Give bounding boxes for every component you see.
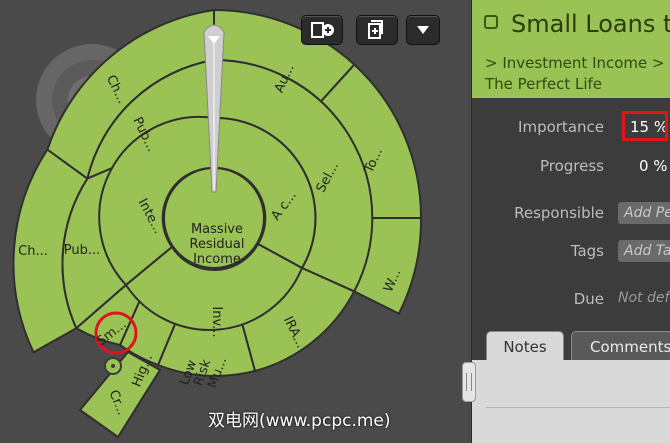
importance-highlight — [622, 111, 668, 141]
progress-value[interactable]: 0 % — [639, 157, 668, 175]
center-label-line1: Massive — [191, 222, 243, 237]
add-child-button[interactable] — [301, 15, 343, 45]
panel-header: Small Loans th > Investment Income > M T… — [472, 0, 670, 98]
label-inv: Inv... — [209, 306, 224, 337]
tab-comments[interactable]: Comments — [571, 331, 670, 361]
focus-dot-center — [111, 364, 115, 368]
due-value[interactable]: Not def — [618, 290, 669, 306]
complete-checkbox[interactable] — [484, 15, 498, 29]
label-pub-left: Pub... — [64, 243, 101, 258]
breadcrumb-root[interactable]: The Perfect Life — [485, 75, 602, 93]
add-child-icon — [311, 22, 334, 38]
grip-lines-icon — [466, 373, 472, 391]
options-menu-button[interactable] — [406, 15, 440, 45]
importance-label: Importance — [518, 118, 604, 136]
center-label-line2: Residual — [190, 237, 245, 252]
due-label: Due — [573, 290, 604, 308]
notes-divider — [486, 407, 670, 408]
responsible-input[interactable]: Add Pe — [618, 202, 670, 224]
center-label-line3: Income — [193, 252, 241, 267]
progress-label: Progress — [539, 157, 604, 175]
label-ch-left: Ch... — [18, 244, 48, 259]
add-sibling-icon — [368, 20, 383, 39]
detail-panel: Small Loans th > Investment Income > M T… — [471, 0, 670, 443]
add-sibling-button[interactable] — [356, 15, 398, 45]
tags-input[interactable]: Add Ta — [618, 240, 670, 262]
dropdown-icon — [417, 26, 429, 34]
responsible-label: Responsible — [514, 204, 604, 222]
panel-title[interactable]: Small Loans th — [511, 10, 670, 38]
panel-resize-handle[interactable] — [462, 362, 476, 402]
notes-editor[interactable] — [472, 360, 670, 443]
breadcrumb[interactable]: > Investment Income > M — [485, 54, 670, 72]
tags-label: Tags — [570, 242, 604, 260]
watermark: 双电网(www.pcpc.me) — [208, 411, 391, 431]
tab-notes[interactable]: Notes — [486, 331, 564, 361]
